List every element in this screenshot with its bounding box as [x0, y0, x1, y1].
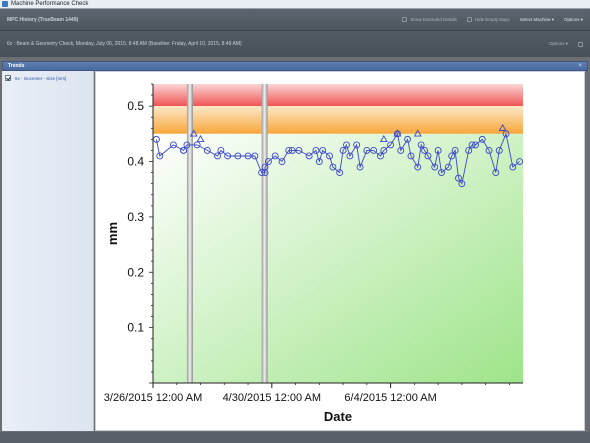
history-options-button[interactable]: Options ▾ [564, 17, 583, 23]
trends-title: Trends [8, 63, 25, 69]
hide-empty-days-button[interactable]: Hide Empty Days [466, 17, 510, 22]
hide-empty-days-label: Hide Empty Days [474, 17, 510, 22]
app-icon [2, 1, 8, 7]
history-toolbar: MPC History (TrueBeam 1449) Show Extende… [0, 9, 590, 31]
window-titlebar: Machine Performance Check [0, 0, 590, 9]
y-tick-label: 0.1 [127, 321, 144, 335]
close-icon[interactable]: × [578, 63, 582, 69]
series-item-isocenter-size[interactable]: 6x - Isocenter - Size [mm] [5, 75, 90, 81]
check-toolbar: 6x : Beam & Geometry Check, Monday, July… [0, 31, 590, 57]
band-fail [153, 84, 523, 107]
history-toolbar-actions: Show Extended Details Hide Empty Days Se… [402, 17, 583, 23]
filter-icon [466, 17, 472, 22]
details-icon [402, 17, 408, 22]
check-toolbar-actions: Options ▾ [549, 41, 583, 47]
show-extended-details-button[interactable]: Show Extended Details [402, 17, 457, 22]
x-axis-label: Date [324, 409, 352, 424]
collapse-icon[interactable] [578, 41, 583, 47]
series-label: 6x - Isocenter - Size [mm] [15, 75, 67, 81]
gap-bar-1 [261, 84, 268, 383]
trend-chart: 0.1 0.2 0.3 0.4 0.5 3/26/2015 12:00 AM 4/30/20… [104, 83, 524, 424]
threshold-bands [153, 84, 523, 383]
check-title: 6x : Beam & Geometry Check, Monday, July… [7, 41, 242, 47]
history-title: MPC History (TrueBeam 1449) [7, 16, 79, 23]
x-tick-label: 3/26/2015 12:00 AM [104, 392, 202, 404]
band-warning [153, 106, 523, 134]
check-options-button[interactable]: Options ▾ [549, 41, 568, 47]
select-machine-button[interactable]: Select Machine ▾ [520, 17, 554, 23]
x-tick-label: 6/4/2015 12:00 AM [344, 392, 436, 404]
status-strip [0, 432, 590, 443]
series-checkbox[interactable] [5, 75, 11, 81]
gap-bar-0 [186, 84, 193, 383]
y-tick-label: 0.4 [127, 155, 144, 169]
y-tick-label: 0.3 [127, 210, 144, 224]
show-extended-details-label: Show Extended Details [410, 17, 457, 22]
trends-panel-header: Trends × [2, 61, 588, 71]
x-tick-label: 4/30/2015 12:00 AM [223, 392, 321, 404]
y-tick-label: 0.2 [127, 265, 144, 279]
window-title: Machine Performance Check [11, 1, 89, 7]
trend-chart-panel: 0.1 0.2 0.3 0.4 0.5 3/26/2015 12:00 AM 4/30/20… [95, 71, 585, 431]
y-tick-label: 0.5 [127, 99, 144, 113]
y-axis-label: mm [105, 222, 120, 245]
series-sidebar: 6x - Isocenter - Size [mm] [2, 71, 94, 431]
